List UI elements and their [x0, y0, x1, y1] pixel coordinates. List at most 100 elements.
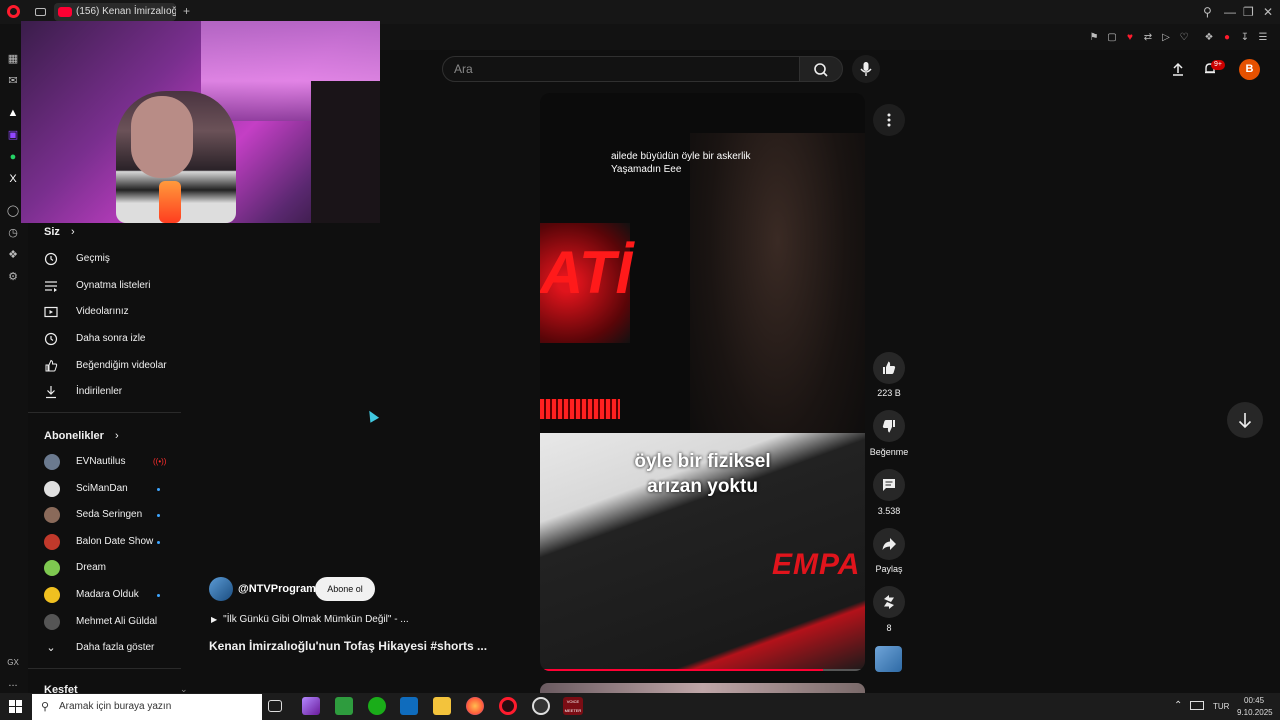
- settings-icon[interactable]: ⚙: [6, 270, 20, 284]
- guide-subscriptions-header[interactable]: Abonelikler ›: [44, 430, 119, 442]
- video-frame-led-strip: [540, 399, 620, 419]
- guide-you-title: Siz: [44, 226, 60, 238]
- video-progress-bar[interactable]: [540, 669, 865, 671]
- taskbar-search-placeholder: Aramak için buraya yazın: [59, 701, 172, 712]
- guide-item-label: Daha sonra izle: [76, 333, 146, 344]
- player-icon[interactable]: ▷: [1160, 32, 1172, 44]
- subscribe-button[interactable]: Abone ol: [315, 577, 375, 601]
- extensions-sidebar-icon[interactable]: ❖: [6, 248, 20, 262]
- playlists-icon: [45, 281, 57, 292]
- wechat-icon[interactable]: [368, 697, 386, 715]
- snapshot-icon[interactable]: ▢: [1106, 32, 1118, 44]
- thumbs-up-icon: [883, 361, 896, 374]
- twitch-icon[interactable]: ▣: [6, 128, 20, 142]
- video-title[interactable]: Kenan İmirzalıoğlu'nun Tofaş Hikayesi #s…: [209, 639, 487, 653]
- new-content-dot: [157, 488, 160, 491]
- shorts-player[interactable]: ATİ EMPA ailede büyüdün öyle bir askerli…: [540, 93, 865, 671]
- create-upload-icon[interactable]: [1171, 62, 1185, 76]
- x-twitter-icon[interactable]: X: [6, 172, 20, 186]
- taskbar-search-input[interactable]: ⚲ Aramak için buraya yazın: [32, 694, 262, 720]
- channel-avatar: [44, 614, 60, 630]
- translate-icon[interactable]: ⇄: [1142, 32, 1154, 44]
- guide-you-header[interactable]: Siz ›: [44, 226, 75, 238]
- keyboard-icon[interactable]: [1190, 701, 1204, 710]
- guide-item-label: Oynatma listeleri: [76, 280, 151, 291]
- sub-label: Dream: [76, 562, 107, 573]
- sub-label: Seda Seringen: [76, 509, 143, 520]
- video-bg-logo-text: EMPA: [772, 548, 861, 581]
- search-tabs-icon[interactable]: ⚲: [1203, 5, 1212, 19]
- windows-start-icon[interactable]: [9, 700, 22, 713]
- more-vert-icon: [887, 113, 891, 127]
- your-videos-icon: [44, 306, 58, 318]
- opera-gx-taskbar-icon[interactable]: [499, 697, 517, 715]
- chevron-right-icon: ›: [114, 430, 119, 442]
- extensions-icon[interactable]: ❖: [1203, 32, 1215, 44]
- player-sidebar-icon[interactable]: ◯: [6, 204, 20, 218]
- app-3d-icon[interactable]: [302, 697, 320, 715]
- opera-logo-icon[interactable]: [7, 5, 20, 18]
- sub-label: Mehmet Ali Güldal: [76, 616, 158, 627]
- share-button[interactable]: [873, 528, 905, 560]
- search-icon: [814, 63, 828, 77]
- guide-subscriptions-title: Abonelikler: [44, 430, 104, 442]
- downloads-icon: [46, 386, 56, 399]
- sidebar-more-icon[interactable]: ...: [6, 676, 20, 690]
- clock-date[interactable]: 9.10.2025: [1237, 708, 1273, 717]
- speed-dial-icon[interactable]: ▦: [6, 52, 20, 66]
- more-actions-button[interactable]: [873, 104, 905, 136]
- search-input[interactable]: Ara: [442, 56, 800, 82]
- tray-chevron-icon[interactable]: ⌃: [1174, 700, 1182, 711]
- bookmark-icon[interactable]: ⚑: [1088, 32, 1100, 44]
- browser-tab-active[interactable]: (156) Kenan İmirzalıoğ: [54, 3, 176, 21]
- task-view-icon[interactable]: [268, 700, 282, 712]
- vpn-icon[interactable]: ♥: [1124, 32, 1136, 44]
- mail-icon[interactable]: ✉: [6, 74, 20, 88]
- gx-control-label[interactable]: GX: [6, 656, 20, 670]
- dislike-button[interactable]: [873, 410, 905, 442]
- remix-count: 8: [886, 623, 892, 633]
- caption-top-line: Yaşamadın Eee: [611, 164, 682, 175]
- voicemeeter-icon[interactable]: VOICE MEETER: [563, 697, 583, 715]
- like-button[interactable]: [873, 352, 905, 384]
- close-icon[interactable]: ✕: [1263, 5, 1273, 19]
- heart-icon[interactable]: ♡: [1178, 32, 1190, 44]
- search-button[interactable]: [799, 56, 843, 82]
- tab-islands-icon[interactable]: [35, 8, 46, 16]
- channel-avatar[interactable]: [209, 577, 233, 601]
- playlist-link[interactable]: ▶ "İlk Günkü Gibi Olmak Mümkün Değil" - .…: [211, 614, 409, 625]
- liked-videos-icon: [45, 359, 58, 372]
- obs-icon[interactable]: [532, 697, 550, 715]
- aria-icon[interactable]: ▲: [6, 106, 20, 120]
- voice-search-button[interactable]: [852, 55, 880, 83]
- thumbs-down-icon: [882, 420, 895, 433]
- next-video-button[interactable]: [1227, 402, 1263, 438]
- comments-button[interactable]: [873, 469, 905, 501]
- new-tab-button[interactable]: +: [183, 4, 190, 18]
- channel-avatar: [44, 481, 60, 497]
- language-indicator[interactable]: TUR: [1213, 702, 1229, 711]
- clock-time[interactable]: 00:45: [1244, 696, 1264, 705]
- file-explorer-icon[interactable]: [433, 697, 451, 715]
- arrow-down-icon: [1238, 413, 1252, 429]
- history-icon: [44, 252, 58, 266]
- whatsapp-icon[interactable]: ●: [6, 150, 20, 164]
- restore-icon[interactable]: ❐: [1243, 5, 1254, 19]
- guide-divider: [28, 412, 181, 413]
- download-icon[interactable]: ↧: [1239, 32, 1251, 44]
- share-icon: [882, 538, 896, 550]
- channel-thumbnail[interactable]: [875, 646, 902, 672]
- remix-button[interactable]: [873, 586, 905, 618]
- history-sidebar-icon[interactable]: ◷: [6, 226, 20, 240]
- webcam-streamer-head: [131, 96, 193, 178]
- firefox-icon[interactable]: [466, 697, 484, 715]
- menu-icon[interactable]: ☰: [1257, 32, 1269, 44]
- account-icon[interactable]: ●: [1221, 32, 1233, 44]
- guide-divider: [28, 668, 181, 669]
- channel-avatar: [44, 507, 60, 523]
- minimize-icon[interactable]: —: [1224, 5, 1236, 19]
- app-green-icon[interactable]: [335, 697, 353, 715]
- outlook-icon[interactable]: [400, 697, 418, 715]
- account-avatar[interactable]: B: [1239, 59, 1260, 80]
- channel-name[interactable]: @NTVProgram: [238, 583, 316, 595]
